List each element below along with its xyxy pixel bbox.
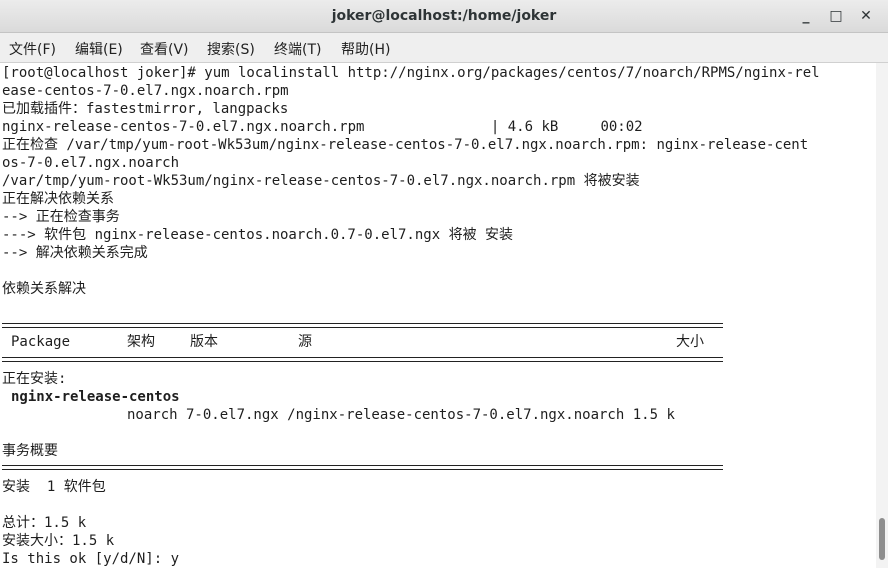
terminal-line: --> 解决依赖关系完成 — [2, 245, 148, 261]
minimize-button[interactable]: _ — [796, 6, 816, 26]
terminal-line: 正在检查 /var/tmp/yum-root-Wk53um/nginx-rele… — [2, 137, 809, 153]
menu-bar: 文件(F) 编辑(E) 查看(V) 搜索(S) 终端(T) 帮助(H) — [0, 33, 888, 63]
terminal-line: [root@localhost joker]# yum localinstall… — [2, 65, 820, 81]
menu-view[interactable]: 查看(V) — [140, 39, 189, 59]
terminal-line: 已加载插件：fastestmirror, langpacks — [2, 101, 289, 117]
header-repo: 源 — [298, 334, 312, 350]
terminal-line: 依赖关系解决 — [2, 281, 86, 297]
installing-label: 正在安装: — [2, 371, 67, 387]
terminal-output[interactable]: [root@localhost joker]# yum localinstall… — [0, 63, 876, 568]
header-version: 版本 — [190, 334, 218, 350]
terminal-line: ease-centos-7-0.el7.ngx.noarch.rpm — [2, 83, 289, 99]
terminal-line: ---> 软件包 nginx-release-centos.noarch.0.7… — [2, 227, 514, 243]
menu-edit[interactable]: 编辑(E) — [75, 39, 123, 59]
install-size: 安装大小：1.5 k — [2, 533, 115, 549]
scrollbar-thumb[interactable] — [879, 518, 885, 560]
terminal-line: --> 正在检查事务 — [2, 209, 120, 225]
summary-label: 事务概要 — [2, 443, 58, 459]
terminal-line: nginx-release-centos-7-0.el7.ngx.noarch.… — [2, 119, 643, 135]
header-size: 大小 — [676, 334, 704, 350]
maximize-button[interactable]: □ — [826, 6, 846, 26]
scrollbar[interactable] — [876, 63, 888, 568]
terminal-line: /var/tmp/yum-root-Wk53um/nginx-release-c… — [2, 173, 640, 189]
menu-file[interactable]: 文件(F) — [9, 39, 56, 59]
summary-rule — [2, 465, 723, 470]
terminal-line: 正在解决依赖关系 — [2, 191, 114, 207]
header-arch: 架构 — [127, 334, 155, 350]
table-top-rule — [2, 323, 723, 328]
header-package: Package — [11, 334, 71, 350]
title-bar: joker@localhost:/home/joker _ □ ✕ — [0, 0, 888, 33]
package-name: nginx-release-centos — [11, 389, 180, 405]
menu-help[interactable]: 帮助(H) — [341, 39, 390, 59]
menu-search[interactable]: 搜索(S) — [207, 39, 255, 59]
package-detail: noarch 7-0.el7.ngx /nginx-release-centos… — [127, 407, 675, 423]
terminal-line: os-7-0.el7.ngx.noarch — [2, 155, 180, 171]
table-header-rule — [2, 357, 723, 362]
menu-terminal[interactable]: 终端(T) — [274, 39, 321, 59]
close-button[interactable]: ✕ — [856, 6, 876, 26]
confirm-prompt: Is this ok [y/d/N]: y — [2, 551, 180, 567]
total-size: 总计：1.5 k — [2, 515, 87, 531]
install-count: 安装 1 软件包 — [2, 479, 106, 495]
window-title: joker@localhost:/home/joker — [331, 8, 557, 24]
